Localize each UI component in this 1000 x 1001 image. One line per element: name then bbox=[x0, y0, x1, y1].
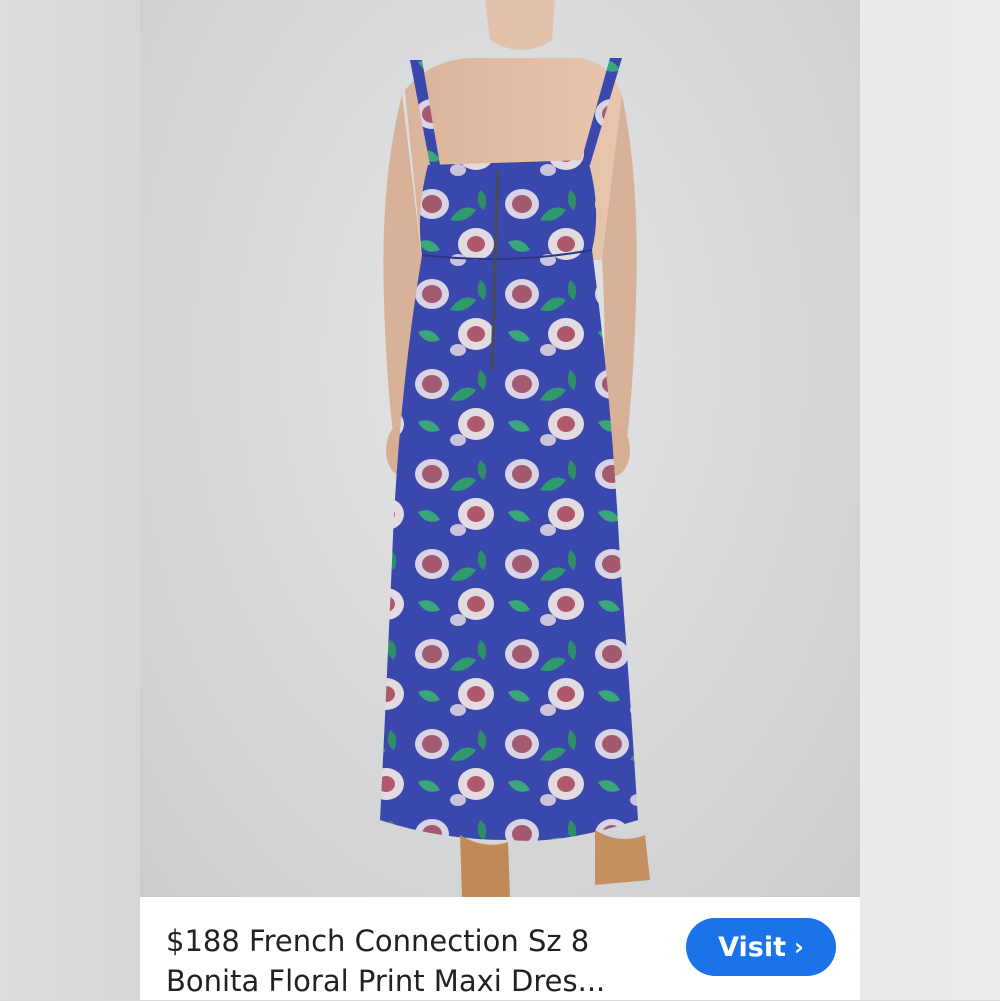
dress-illustration bbox=[380, 0, 650, 897]
listing-caption: $188 French Connection Sz 8 Bonita Flora… bbox=[140, 897, 860, 1000]
visit-button[interactable]: Visit › bbox=[686, 918, 836, 976]
product-image[interactable] bbox=[140, 0, 860, 897]
right-margin bbox=[860, 0, 1000, 1000]
visit-label: Visit bbox=[718, 931, 787, 963]
listing-title[interactable]: $188 French Connection Sz 8 Bonita Flora… bbox=[166, 921, 646, 1001]
left-margin bbox=[0, 0, 140, 1000]
chevron-right-icon: › bbox=[794, 933, 804, 961]
